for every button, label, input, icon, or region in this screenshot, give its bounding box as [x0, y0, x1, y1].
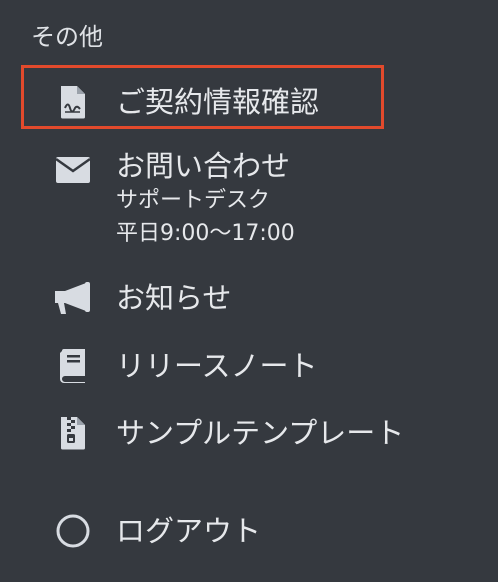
book-icon [53, 346, 93, 386]
menu-item-logout[interactable]: ログアウト [0, 511, 498, 551]
envelope-icon [53, 150, 93, 190]
zip-file-icon [53, 413, 93, 453]
menu-item-contact[interactable]: お問い合わせ サポートデスク 平日9:00〜17:00 [0, 146, 498, 250]
menu-item-label: お知らせ [116, 281, 232, 315]
menu-item-sample-templates[interactable]: サンプルテンプレート [0, 413, 498, 453]
menu-item-news[interactable]: お知らせ [0, 278, 498, 318]
menu-item-release-notes[interactable]: リリースノート [0, 346, 498, 386]
menu-item-label: リリースノート [116, 349, 318, 383]
menu-item-label: サンプルテンプレート [116, 416, 405, 450]
menu-item-contract-info[interactable]: ご契約情報確認 [0, 82, 498, 122]
contract-document-icon [53, 82, 93, 122]
support-hours-text: 平日9:00〜17:00 [116, 221, 295, 246]
menu-item-label: お問い合わせ [116, 149, 291, 183]
menu-item-label: ログアウト [116, 514, 262, 548]
support-desk-text: サポートデスク [116, 188, 271, 213]
menu-item-label: ご契約情報確認 [116, 85, 320, 119]
circle-icon [53, 511, 93, 551]
megaphone-icon [53, 278, 93, 318]
section-title: その他 [31, 23, 103, 51]
